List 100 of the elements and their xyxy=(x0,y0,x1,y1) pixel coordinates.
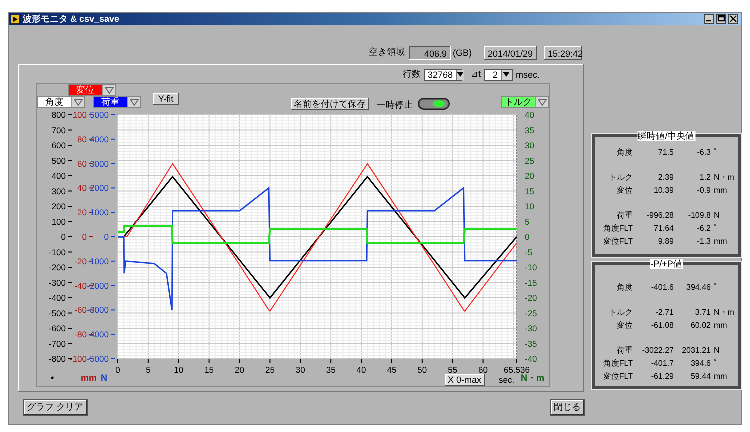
minimize-icon[interactable] xyxy=(704,14,715,24)
axis-label: 10 xyxy=(174,365,184,375)
dropdown-arrow-icon xyxy=(74,98,82,106)
x-fit-button[interactable]: X 0-max xyxy=(445,374,485,386)
axis-label: 50 xyxy=(418,365,428,375)
unit-label: N xyxy=(713,346,721,355)
axis-label: 40 xyxy=(78,183,87,194)
unit-label: • xyxy=(51,373,54,383)
value-label: 変位FLT xyxy=(602,236,633,247)
unit-label: ˚ xyxy=(713,359,718,368)
save-button[interactable]: 名前を付けて保存 xyxy=(291,98,369,110)
axis-label: 600 xyxy=(52,140,66,150)
value-text: 2031.21 xyxy=(681,346,711,355)
value-text: 394.6 xyxy=(690,359,711,368)
axis-label: -15 xyxy=(525,278,538,288)
axis-label: 5000 xyxy=(90,110,109,120)
dropdown[interactable]: 2 xyxy=(484,68,513,80)
y-fit-button[interactable]: Y-fit xyxy=(153,93,179,105)
axis-label: -20 xyxy=(525,293,538,303)
maximize-icon[interactable] xyxy=(716,14,727,24)
unit-label: mm xyxy=(713,321,728,330)
channel-select[interactable]: 角度 xyxy=(37,96,85,108)
close-button[interactable]: 閉じる xyxy=(551,400,584,415)
axis-label: 40 xyxy=(356,365,366,375)
value-label: トルク xyxy=(608,307,633,318)
dropdown[interactable]: 32768 xyxy=(424,68,462,80)
axis-label: 65.536 xyxy=(504,365,530,375)
axis-label: -500 xyxy=(48,308,66,318)
value-text: -1.3 xyxy=(696,237,711,246)
value-text: -996.28 xyxy=(646,211,674,220)
axis-label: -300 xyxy=(48,278,66,288)
rows-label: 行数 xyxy=(402,68,421,81)
value-text: 71.5 xyxy=(657,148,674,157)
unit-label: N xyxy=(713,211,721,220)
axis-label: -3000 xyxy=(87,305,109,316)
axis-label: 25 xyxy=(265,365,275,375)
value-label: 角度 xyxy=(616,147,633,158)
window-title: 波形モニタ & csv_save xyxy=(23,12,120,26)
unit-label: mm xyxy=(81,373,98,383)
value-label: 変位 xyxy=(616,320,633,331)
channel-select[interactable]: 変位 xyxy=(68,84,116,96)
interval-label: ⊿t xyxy=(470,69,481,80)
caret-icon xyxy=(456,72,464,77)
axis-label: 15 xyxy=(204,365,214,375)
value-text: -3022.27 xyxy=(641,346,674,355)
date-field: 2014/01/29 xyxy=(484,46,537,60)
axis-label: 5 xyxy=(525,216,530,227)
axis-label: 5 xyxy=(146,365,151,375)
axis-label: 30 xyxy=(296,365,306,375)
axis-label: 0 xyxy=(61,232,66,242)
value-text: 71.64 xyxy=(652,224,674,233)
unit-label: N xyxy=(101,373,108,383)
channel-select[interactable]: 荷重 xyxy=(93,96,141,108)
axis-label: 20 xyxy=(235,365,244,375)
axis-title: sec. xyxy=(499,375,515,385)
value-text: 1.2 xyxy=(698,173,711,182)
unit-label: msec. xyxy=(516,70,540,80)
axis-label: 80 xyxy=(78,134,87,144)
value-text: 59.44 xyxy=(690,372,711,381)
axis-label: -100 xyxy=(48,247,66,258)
axis-label: -700 xyxy=(48,338,66,349)
value-text: -61.08 xyxy=(650,321,674,330)
unit-label: N・m xyxy=(521,373,545,383)
value-text: 10.39 xyxy=(652,186,674,195)
axis-label: -25 xyxy=(525,308,538,318)
channel-select[interactable]: トルク xyxy=(501,96,549,108)
value-label: 変位FLT xyxy=(602,371,633,382)
axis-label: 30 xyxy=(525,140,534,150)
pause-toggle[interactable] xyxy=(418,98,450,110)
close-icon[interactable] xyxy=(728,14,739,24)
value-label: 荷重 xyxy=(616,345,633,356)
value-text: -401.6 xyxy=(650,283,674,292)
axis-label: -10 xyxy=(525,262,538,272)
axis-label: 400 xyxy=(52,171,66,181)
axis-label: -60 xyxy=(74,305,87,316)
dropdown-arrow-icon xyxy=(538,98,546,106)
axis-label: 35 xyxy=(525,125,534,136)
value-label: トルク xyxy=(608,172,633,183)
axis-label: -40 xyxy=(525,354,538,364)
value-label: 変位 xyxy=(616,185,633,196)
clear-graph-button[interactable]: グラフ クリア xyxy=(24,400,87,415)
axis-label: 45 xyxy=(387,365,397,375)
axis-label: 700 xyxy=(52,125,66,136)
axis-label: 500 xyxy=(52,156,66,166)
unit-label: N・m xyxy=(713,172,734,183)
value-label: 角度 xyxy=(616,282,633,293)
dropdown-arrow-icon xyxy=(104,86,114,94)
value-text: -401.7 xyxy=(650,359,674,368)
app-icon xyxy=(11,14,20,24)
unit-label: mm xyxy=(713,237,728,246)
axis-label: 200 xyxy=(52,202,66,212)
axis-label: -600 xyxy=(48,324,66,334)
axis-label: -30 xyxy=(525,324,538,334)
axis-label: -5 xyxy=(525,247,533,258)
unit-label: N・m xyxy=(713,307,734,318)
axis-label: 20 xyxy=(525,171,534,181)
panel-title: -P/+P値 xyxy=(650,259,684,269)
axis-label: -80 xyxy=(74,330,87,340)
value-text: 394.46 xyxy=(686,283,711,292)
axis-label: 100 xyxy=(72,110,87,120)
